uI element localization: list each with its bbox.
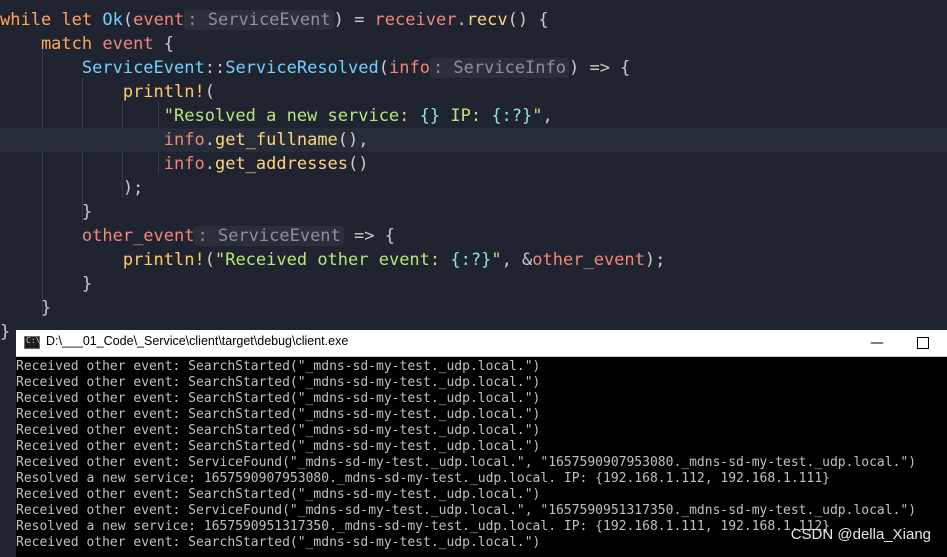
console-line: Received other event: SearchStarted("_md… xyxy=(16,375,541,390)
code-token: event xyxy=(133,10,185,30)
console-line: Received other event: ServiceFound("_mdn… xyxy=(16,455,917,470)
code-token: . xyxy=(204,130,215,150)
console-titlebar[interactable]: D:\___01_Code\_Service\client\target\deb… xyxy=(16,330,947,357)
console-line: Received other event: SearchStarted("_md… xyxy=(16,407,541,422)
code-token: get_fullname xyxy=(214,130,338,150)
console-line: Received other event: ServiceFound("_mdn… xyxy=(16,503,917,518)
code-token: let xyxy=(61,10,103,30)
code-line[interactable]: while let Ok(event: ServiceEvent) = rece… xyxy=(0,8,947,32)
code-token: ServiceEvent xyxy=(81,58,205,78)
code-token: " xyxy=(491,250,502,270)
code-token: println! xyxy=(122,250,205,270)
code-token: ( xyxy=(204,250,215,270)
console-line: Received other event: SearchStarted("_md… xyxy=(16,535,541,550)
code-editor[interactable]: while let Ok(event: ServiceEvent) = rece… xyxy=(0,0,947,342)
code-token: {} xyxy=(419,106,441,126)
code-line[interactable]: } xyxy=(0,200,947,224)
code-token: } xyxy=(0,298,52,318)
code-token: match xyxy=(0,34,103,54)
code-token: , & xyxy=(501,250,533,270)
code-token: recv xyxy=(466,10,508,30)
code-token: ) => { xyxy=(569,58,631,78)
code-token: Ok xyxy=(102,10,123,30)
code-line[interactable]: info.get_fullname(), xyxy=(0,128,947,152)
code-line[interactable]: ServiceEvent::ServiceResolved(info: Serv… xyxy=(0,56,947,80)
code-token: ( xyxy=(378,58,389,78)
code-line[interactable]: "Resolved a new service: {} IP: {:?}", xyxy=(0,104,947,128)
code-token: , xyxy=(542,106,553,126)
code-token: ); xyxy=(0,178,144,198)
code-line[interactable]: other_event: ServiceEvent => { xyxy=(0,224,947,248)
code-token: event xyxy=(102,34,154,54)
code-token: " xyxy=(532,106,543,126)
code-token: { xyxy=(153,34,175,54)
code-line[interactable]: println!( xyxy=(0,80,947,104)
code-token: while xyxy=(0,10,62,30)
code-token: println! xyxy=(122,82,205,102)
code-token: () xyxy=(348,154,369,174)
console-line: Received other event: SearchStarted("_md… xyxy=(16,487,541,502)
watermark: CSDN @della_Xiang xyxy=(790,526,931,543)
type-hint: : ServiceEvent xyxy=(184,10,334,30)
code-token: ( xyxy=(204,82,215,102)
type-hint: : ServiceInfo xyxy=(429,58,569,78)
code-line[interactable]: } xyxy=(0,296,947,320)
code-line[interactable]: println!("Received other event: {:?}", &… xyxy=(0,248,947,272)
code-line[interactable]: } xyxy=(0,272,947,296)
code-token: () { xyxy=(507,10,549,30)
code-token: "Received other event: xyxy=(214,250,451,270)
type-hint: : ServiceEvent xyxy=(194,226,344,246)
code-token: info xyxy=(163,130,205,150)
console-window[interactable]: D:\___01_Code\_Service\client\target\deb… xyxy=(16,330,947,557)
code-token: => { xyxy=(343,226,395,246)
console-app-icon xyxy=(24,336,40,349)
code-line[interactable]: info.get_addresses() xyxy=(0,152,947,176)
maximize-button[interactable] xyxy=(900,330,946,356)
code-token: {:?} xyxy=(491,106,533,126)
code-token: ) = xyxy=(333,10,375,30)
maximize-icon xyxy=(917,337,929,349)
code-token: "Resolved a new service: xyxy=(163,106,420,126)
minimize-button[interactable]: — xyxy=(854,330,900,356)
console-title: D:\___01_Code\_Service\client\target\deb… xyxy=(46,334,349,348)
code-line[interactable]: match event { xyxy=(0,32,947,56)
console-line: Received other event: SearchStarted("_md… xyxy=(16,359,541,374)
code-token: receiver xyxy=(374,10,457,30)
console-line: Resolved a new service: 1657590951317350… xyxy=(16,519,830,534)
code-token: info xyxy=(388,58,430,78)
code-token: } xyxy=(0,274,93,294)
code-token: (), xyxy=(337,130,369,150)
minimize-icon: — xyxy=(870,335,884,351)
code-token: IP: xyxy=(440,106,492,126)
code-token: get_addresses xyxy=(214,154,349,174)
code-token: other_event xyxy=(81,226,195,246)
code-token: :: xyxy=(204,58,226,78)
console-line: Resolved a new service: 1657590907953080… xyxy=(16,471,830,486)
code-token: other_event xyxy=(532,250,645,270)
code-token: ); xyxy=(644,250,666,270)
console-line: Received other event: SearchStarted("_md… xyxy=(16,423,541,438)
code-token: ServiceResolved xyxy=(225,58,379,78)
code-token: } xyxy=(0,322,11,342)
code-token: . xyxy=(204,154,215,174)
code-token: } xyxy=(0,202,93,222)
code-line[interactable]: ); xyxy=(0,176,947,200)
code-token: ( xyxy=(122,10,134,30)
console-line: Received other event: SearchStarted("_md… xyxy=(16,439,541,454)
code-token: {:?} xyxy=(450,250,492,270)
code-token: . xyxy=(456,10,467,30)
code-token: info xyxy=(163,154,205,174)
console-line: Received other event: SearchStarted("_md… xyxy=(16,391,541,406)
